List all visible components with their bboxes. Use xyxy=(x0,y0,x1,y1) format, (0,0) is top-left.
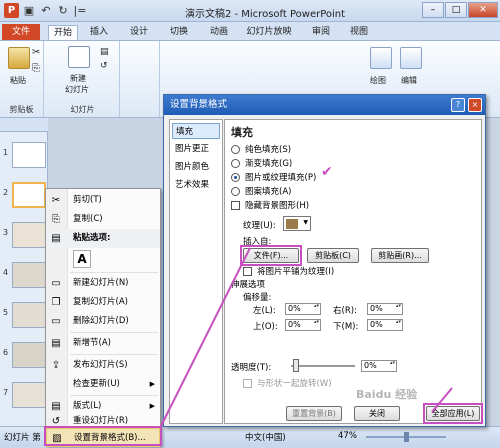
arrow-line xyxy=(159,247,251,429)
annotation-arrows xyxy=(159,247,453,429)
arrow-line xyxy=(431,387,453,413)
watermark: Baidu 经验 xyxy=(356,388,418,401)
